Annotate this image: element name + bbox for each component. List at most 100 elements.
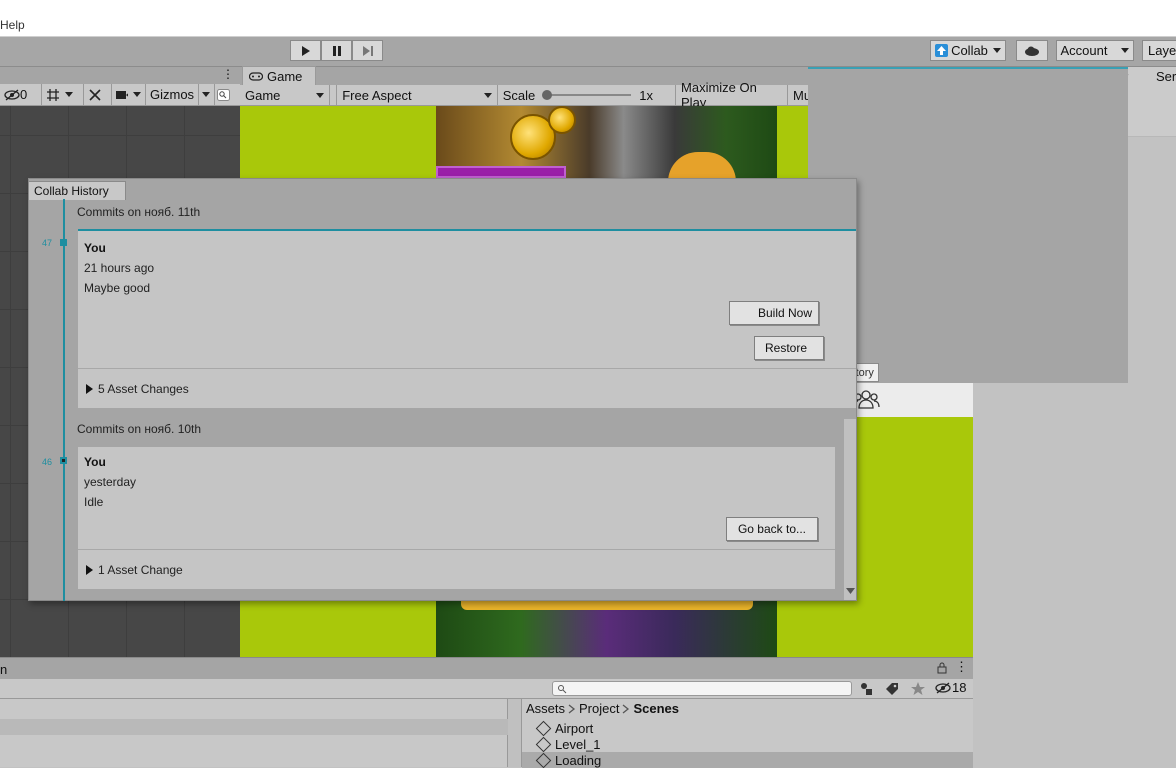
game-art-frame <box>461 600 753 610</box>
more-options-icon[interactable]: ⋮ <box>222 67 234 81</box>
label-tag-icon[interactable] <box>884 681 900 696</box>
breadcrumb: Assets Project Scenes <box>526 701 679 716</box>
layers-dropdown[interactable]: Laye <box>1142 40 1176 61</box>
unity-scene-icon <box>535 720 552 736</box>
aspect-dropdown[interactable]: Free Aspect <box>336 84 498 106</box>
gizmos-dropdown[interactable] <box>199 83 215 106</box>
asset-name: Loading <box>555 752 602 768</box>
mute-audio-toggle[interactable]: Mu <box>788 85 811 106</box>
camera-dropdown[interactable] <box>112 83 146 106</box>
search-input[interactable] <box>552 681 852 696</box>
build-now-label: Build Now <box>757 306 812 320</box>
scene-search[interactable] <box>215 84 232 106</box>
expand-triangle-icon <box>86 565 93 575</box>
collab-history-title: Collab History <box>34 184 109 198</box>
breadcrumb-project[interactable]: Project <box>579 701 619 716</box>
collab-upload-icon <box>935 44 949 57</box>
scroll-down-icon[interactable] <box>846 588 855 594</box>
account-label: Account <box>1060 43 1108 58</box>
tab-game[interactable]: Game <box>242 66 316 86</box>
list-item[interactable]: Airport <box>522 720 973 736</box>
asset-changes-toggle[interactable]: 5 Asset Changes <box>86 382 189 396</box>
panel-tab-partial[interactable]: n <box>0 662 7 677</box>
gamepad-icon <box>249 72 263 81</box>
asset-changes-label: 5 Asset Changes <box>98 382 189 396</box>
project-panel-header: n ⋮ <box>0 657 973 679</box>
lock-icon[interactable] <box>937 662 947 674</box>
step-icon <box>362 45 373 56</box>
star-icon[interactable] <box>910 681 926 696</box>
scale-label: Scale <box>502 87 536 103</box>
commit-author: You <box>84 455 106 469</box>
scale-slider-thumb[interactable] <box>542 90 553 100</box>
more-options-icon[interactable]: ⋮ <box>955 659 968 675</box>
tab-game-label: Game <box>267 69 303 84</box>
commit-card[interactable]: You yesterday Idle Go back to... 1 Asset… <box>78 447 835 589</box>
list-item[interactable]: Loading <box>522 752 973 768</box>
commit-message: Maybe good <box>84 281 151 295</box>
aspect-label: Free Aspect <box>342 87 412 103</box>
folder-tree-row-selected[interactable] <box>0 719 508 735</box>
scrollbar[interactable] <box>844 419 856 600</box>
breadcrumb-scenes[interactable]: Scenes <box>633 701 679 716</box>
cloud-button[interactable] <box>1016 40 1048 61</box>
cloud-icon <box>1025 46 1039 56</box>
scale-value: 1x <box>639 87 653 103</box>
layers-label: Laye <box>1148 43 1176 58</box>
menu-help[interactable]: Help <box>0 18 25 32</box>
commit-time: 21 hours ago <box>84 261 155 275</box>
grid-snap-dropdown[interactable] <box>42 83 84 106</box>
list-item[interactable]: Level_1 <box>522 736 973 752</box>
commit-number: 46 <box>42 457 53 467</box>
inspector-tabs: r Ser <box>1124 67 1176 137</box>
collab-button[interactable]: Collab <box>930 40 1006 61</box>
chevron-down-icon <box>133 92 141 97</box>
build-now-button[interactable]: Build Now <box>729 301 819 325</box>
chevron-down-icon <box>1121 48 1130 53</box>
commit-message: Idle <box>84 495 104 509</box>
account-dropdown[interactable]: Account <box>1056 40 1134 61</box>
search-icon <box>217 88 230 101</box>
tab-collab-history[interactable]: Collab History <box>28 181 126 200</box>
scene-visibility-toggle[interactable]: 0 <box>0 83 42 106</box>
chevron-down-icon <box>65 92 73 97</box>
commit-dot <box>60 457 67 464</box>
inspector-panel <box>1128 67 1176 767</box>
restore-label: Restore <box>765 341 808 355</box>
scale-slider[interactable]: Scale 1x <box>498 84 677 106</box>
search-icon <box>558 685 567 694</box>
game-art-bottom <box>436 600 777 657</box>
asset-changes-toggle[interactable]: 1 Asset Change <box>86 563 183 577</box>
display-dropdown[interactable]: Game <box>240 84 331 106</box>
chevron-down-icon <box>483 92 492 98</box>
hidden-packages-toggle[interactable]: 18 <box>935 680 966 695</box>
game-art-top <box>436 106 777 182</box>
collab-history-window: Commits on нояб. 11th You 21 hours ago M… <box>28 178 857 601</box>
search-by-type-icon[interactable] <box>858 681 874 696</box>
chevron-down-icon <box>316 92 325 98</box>
chevron-right-icon <box>568 703 576 714</box>
grid-icon <box>47 88 59 101</box>
restore-button[interactable]: Restore <box>754 336 824 360</box>
scale-slider-track[interactable] <box>542 90 632 100</box>
project-toolbar: 18 <box>0 679 973 699</box>
commit-number: 47 <box>42 238 53 248</box>
tab-services-partial[interactable]: Ser <box>1156 69 1176 84</box>
commit-dot <box>60 239 67 246</box>
pause-icon <box>332 45 341 56</box>
coin-image <box>548 106 576 134</box>
panel-splitter[interactable] <box>508 699 522 767</box>
pause-button[interactable] <box>321 40 352 61</box>
step-button[interactable] <box>352 40 383 61</box>
game-toolbar: Game Free Aspect Scale 1x Maximize On Pl… <box>240 80 811 110</box>
asset-name: Level_1 <box>555 736 601 752</box>
display-label: Game <box>245 87 281 103</box>
commit-group-title: Commits on нояб. 10th <box>77 422 202 436</box>
play-button[interactable] <box>290 40 321 61</box>
breadcrumb-assets[interactable]: Assets <box>526 701 565 716</box>
go-back-button[interactable]: Go back to... <box>726 517 818 541</box>
gizmos-button[interactable]: Gizmos <box>146 83 199 106</box>
maximize-on-play-toggle[interactable]: Maximize On Play <box>676 80 788 110</box>
commit-card[interactable]: You 21 hours ago Maybe good Build Now Re… <box>78 229 856 408</box>
tools-toggle[interactable] <box>84 83 112 106</box>
